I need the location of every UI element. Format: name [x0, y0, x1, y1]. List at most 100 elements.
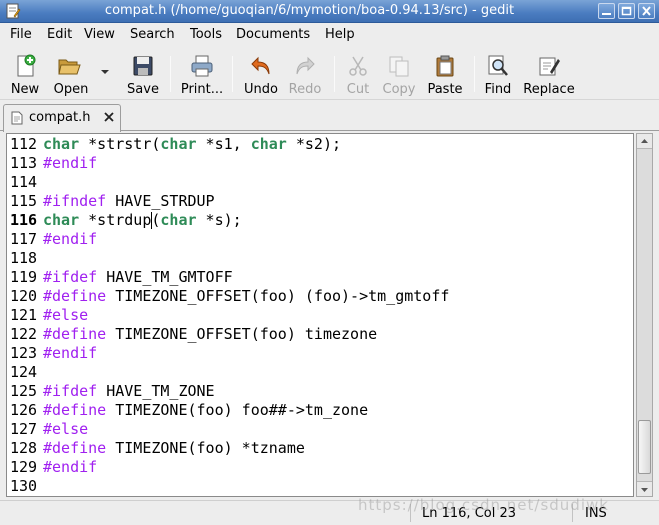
line-number: 115 — [10, 192, 38, 210]
code-line[interactable]: 113 #endif — [7, 154, 627, 173]
new-label: New — [10, 82, 40, 97]
line-code: #endif — [43, 458, 98, 476]
paste-label: Paste — [427, 82, 463, 97]
redo-label: Redo — [288, 82, 322, 97]
copy-pages-icon — [389, 56, 409, 77]
vertical-scrollbar[interactable] — [636, 133, 653, 497]
line-code: #else — [43, 420, 89, 438]
line-number: 116 — [10, 211, 38, 229]
close-icon — [642, 6, 651, 16]
code-line[interactable]: 124 — [7, 363, 627, 382]
tab-compat-h[interactable]: compat.h — [3, 104, 121, 132]
code-line[interactable]: 112 char *strstr(char *s1, char *s2); — [7, 135, 627, 154]
scroll-down-button[interactable] — [637, 481, 652, 496]
code-line[interactable]: 130 — [7, 477, 627, 496]
arrow-up-icon — [641, 139, 648, 143]
line-number: 124 — [10, 363, 38, 381]
code-line[interactable]: 121 #else — [7, 306, 627, 325]
redo-arrow-icon — [296, 56, 315, 75]
toolbar-separator — [232, 56, 233, 92]
line-number: 123 — [10, 344, 38, 362]
arrow-down-icon — [641, 488, 648, 492]
print-label: Print... — [180, 82, 224, 97]
undo-arrow-icon — [251, 56, 270, 75]
toolbar-separator — [334, 56, 335, 92]
code-line[interactable]: 126 #define TIMEZONE(foo) foo##->tm_zone — [7, 401, 627, 420]
menu-view[interactable]: View — [84, 27, 115, 42]
paste-button[interactable]: Paste — [424, 52, 466, 98]
code-line[interactable]: 114 — [7, 173, 627, 192]
menu-search[interactable]: Search — [130, 27, 175, 42]
toolbar-separator — [474, 56, 475, 92]
maximize-button[interactable] — [618, 3, 635, 19]
close-window-button[interactable] — [638, 3, 655, 19]
undo-label: Undo — [244, 82, 278, 97]
code-line[interactable]: 119 #ifdef HAVE_TM_GMTOFF — [7, 268, 627, 287]
replace-button[interactable]: Replace — [520, 52, 578, 98]
code-line[interactable]: 118 — [7, 249, 627, 268]
save-button[interactable]: Save — [122, 52, 164, 98]
code-line[interactable]: 125 #ifdef HAVE_TM_ZONE — [7, 382, 627, 401]
line-number: 128 — [10, 439, 38, 457]
code-line[interactable]: 115 #ifndef HAVE_STRDUP — [7, 192, 627, 211]
undo-button[interactable]: Undo — [240, 52, 282, 98]
text-cursor — [151, 212, 153, 229]
line-number: 121 — [10, 306, 38, 324]
menu-documents[interactable]: Documents — [236, 27, 310, 42]
line-number: 129 — [10, 458, 38, 476]
text-file-icon — [11, 111, 23, 125]
menu-help[interactable]: Help — [325, 27, 355, 42]
redo-button[interactable]: Redo — [284, 52, 326, 98]
code-line[interactable]: 129 #endif — [7, 458, 627, 477]
window-title: compat.h (/home/guoqian/6/mymotion/boa-0… — [104, 3, 515, 18]
minimize-button[interactable] — [598, 3, 615, 19]
code-line[interactable]: 128 #define TIMEZONE(foo) *tzname — [7, 439, 627, 458]
line-number: 122 — [10, 325, 38, 343]
print-button[interactable]: Print... — [178, 52, 226, 98]
replace-icon — [539, 57, 560, 76]
line-code: #ifdef HAVE_TM_GMTOFF — [43, 268, 233, 286]
code-line[interactable]: 116 char *strdup(char *s); — [7, 211, 627, 230]
open-recent-dropdown-icon[interactable] — [100, 68, 110, 76]
find-button[interactable]: Find — [478, 52, 518, 98]
code-line[interactable]: 120 #define TIMEZONE_OFFSET(foo) (foo)->t… — [7, 287, 627, 306]
minimize-icon — [602, 13, 611, 15]
find-label: Find — [484, 82, 512, 97]
line-number: 117 — [10, 230, 38, 248]
scissors-icon — [349, 56, 367, 76]
line-number: 120 — [10, 287, 38, 305]
new-button[interactable]: New — [4, 52, 46, 98]
text-editor[interactable]: 112 char *strstr(char *s1, char *s2); 113 #… — [6, 133, 634, 497]
menu-file[interactable]: File — [10, 27, 32, 42]
open-folder-icon — [58, 59, 81, 75]
copy-label: Copy — [382, 82, 416, 97]
line-code: char *strdup(char *s); — [43, 211, 242, 229]
open-label: Open — [53, 82, 89, 97]
cut-button[interactable]: Cut — [340, 52, 376, 98]
line-number: 127 — [10, 420, 38, 438]
code-line[interactable]: 127 #else — [7, 420, 627, 439]
line-code: #define TIMEZONE_OFFSET(foo) timezone — [43, 325, 378, 343]
line-code: #ifndef HAVE_STRDUP — [43, 192, 215, 210]
replace-label: Replace — [523, 82, 575, 97]
scroll-up-button[interactable] — [637, 134, 652, 149]
toolbar: New Open Save Print... Undo Redo Cut Cop… — [0, 48, 659, 100]
code-line[interactable]: 117 #endif — [7, 230, 627, 249]
close-tab-icon[interactable] — [104, 112, 114, 122]
line-number: 126 — [10, 401, 38, 419]
printer-icon — [191, 55, 213, 77]
new-document-icon — [17, 54, 36, 77]
code-line[interactable]: 123 #endif — [7, 344, 627, 363]
title-bar[interactable]: compat.h (/home/guoqian/6/mymotion/boa-0… — [0, 0, 659, 23]
line-code: #define TIMEZONE(foo) foo##->tm_zone — [43, 401, 369, 419]
line-number: 113 — [10, 154, 38, 172]
menu-edit[interactable]: Edit — [47, 27, 72, 42]
code-line[interactable]: 122 #define TIMEZONE_OFFSET(foo) timezone — [7, 325, 627, 344]
open-button[interactable]: Open — [50, 52, 92, 98]
scrollbar-thumb[interactable] — [638, 420, 651, 474]
menu-tools[interactable]: Tools — [190, 27, 222, 42]
save-floppy-icon — [133, 56, 153, 76]
line-code: #define TIMEZONE(foo) *tzname — [43, 439, 305, 457]
line-number: 125 — [10, 382, 38, 400]
copy-button[interactable]: Copy — [378, 52, 420, 98]
